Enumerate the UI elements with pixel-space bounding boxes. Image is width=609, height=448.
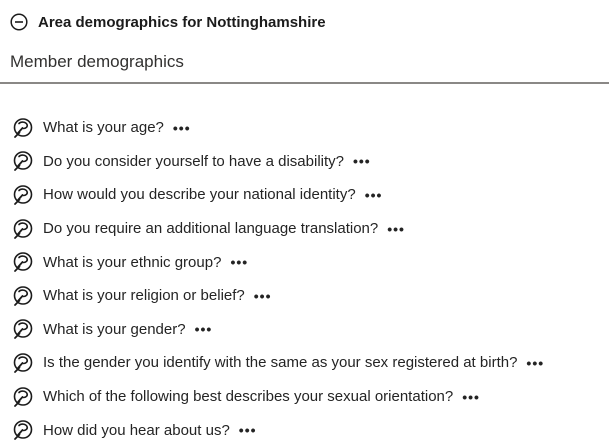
more-options-button[interactable]: ••• — [239, 423, 257, 437]
question-branch-icon — [12, 117, 34, 139]
question-branch-icon — [12, 386, 34, 408]
more-options-button[interactable]: ••• — [387, 222, 405, 236]
more-options-button[interactable]: ••• — [526, 356, 544, 370]
list-item[interactable]: Is the gender you identify with the same… — [12, 346, 544, 380]
more-options-button[interactable]: ••• — [254, 289, 272, 303]
question-branch-icon — [12, 285, 34, 307]
question-branch-icon — [12, 150, 34, 172]
question-label: Do you require an additional language tr… — [43, 220, 379, 238]
more-options-button[interactable]: ••• — [195, 322, 213, 336]
question-label: What is your religion or belief? — [43, 287, 245, 305]
minus-circle-icon[interactable] — [10, 13, 28, 31]
list-item[interactable]: How would you describe your national ide… — [12, 178, 544, 212]
question-branch-icon — [12, 419, 34, 441]
list-item[interactable]: How did you hear about us? ••• — [12, 413, 544, 447]
question-branch-icon — [12, 352, 34, 374]
more-options-button[interactable]: ••• — [173, 121, 191, 135]
more-options-button[interactable]: ••• — [365, 188, 383, 202]
list-item[interactable]: Which of the following best describes yo… — [12, 380, 544, 414]
question-label: What is your ethnic group? — [43, 253, 222, 271]
question-label: What is your gender? — [43, 320, 186, 338]
question-label: How did you hear about us? — [43, 421, 230, 439]
section-header: Area demographics for Nottinghamshire — [10, 13, 326, 31]
section-subtitle: Member demographics — [10, 52, 184, 71]
list-item[interactable]: What is your gender? ••• — [12, 313, 544, 347]
question-branch-icon — [12, 184, 34, 206]
list-item[interactable]: Do you consider yourself to have a disab… — [12, 145, 544, 179]
question-label: What is your age? — [43, 119, 164, 137]
more-options-button[interactable]: ••• — [353, 154, 371, 168]
question-branch-icon — [12, 251, 34, 273]
divider — [0, 82, 609, 84]
question-label: Do you consider yourself to have a disab… — [43, 152, 344, 170]
question-branch-icon — [12, 318, 34, 340]
question-label: Which of the following best describes yo… — [43, 388, 454, 406]
question-branch-icon — [12, 218, 34, 240]
list-item[interactable]: What is your religion or belief? ••• — [12, 279, 544, 313]
more-options-button[interactable]: ••• — [230, 255, 248, 269]
question-list: What is your age? ••• Do you consider your… — [12, 111, 544, 447]
question-label: How would you describe your national ide… — [43, 186, 356, 204]
list-item[interactable]: What is your ethnic group? ••• — [12, 245, 544, 279]
list-item[interactable]: Do you require an additional language tr… — [12, 212, 544, 246]
header-title: Area demographics for Nottinghamshire — [38, 13, 326, 31]
question-label: Is the gender you identify with the same… — [43, 354, 518, 372]
list-item[interactable]: What is your age? ••• — [12, 111, 544, 145]
more-options-button[interactable]: ••• — [462, 390, 480, 404]
